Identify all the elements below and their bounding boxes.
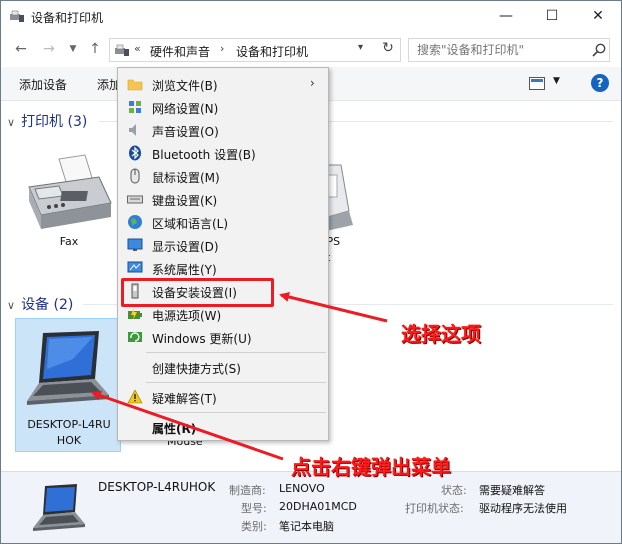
arrow-to-laptop [91, 390, 284, 461]
annotation-right-click: 点击右键弹出菜单 [291, 455, 451, 479]
annotation-select-this: 选择这项 [401, 322, 481, 346]
window: 设备和打印机 — ☐ ✕ ← → ▼ ↑ « 硬件和声音 › 设备和打印机 ▾ … [0, 0, 622, 544]
arrow-to-menu-item [279, 292, 388, 323]
